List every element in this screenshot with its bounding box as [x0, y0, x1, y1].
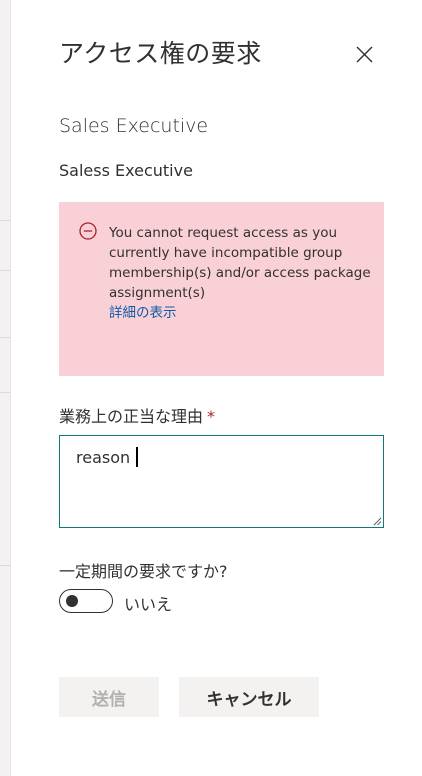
close-icon [356, 46, 372, 62]
show-details-link[interactable]: 詳細の表示 [109, 303, 374, 323]
justification-label: 業務上の正当な理由 * [59, 403, 215, 427]
resize-grip-icon[interactable] [372, 516, 382, 526]
justification-textarea[interactable]: reason [59, 435, 384, 528]
error-circle-icon [79, 222, 97, 240]
background-divider [0, 392, 10, 393]
panel-title: アクセス権の要求 [59, 39, 262, 68]
error-message: You cannot request access as you current… [109, 225, 371, 301]
background-divider [0, 270, 10, 271]
justification-value: reason [76, 447, 138, 467]
toggle-knob [66, 595, 78, 607]
request-access-panel: アクセス権の要求 Sales Executive Saless Executiv… [0, 0, 422, 776]
time-limited-question: 一定期間の要求ですか? [59, 562, 228, 581]
background-page-strip [0, 0, 11, 776]
error-message-bar: You cannot request access as you current… [59, 202, 384, 376]
required-marker: * [207, 407, 216, 426]
access-package-description: Saless Executive [59, 161, 193, 180]
background-divider [0, 565, 10, 566]
text-caret [136, 447, 138, 467]
access-package-name: Sales Executive [59, 115, 209, 137]
time-limited-toggle[interactable] [59, 589, 113, 613]
background-divider [0, 337, 10, 338]
background-divider [0, 220, 10, 221]
submit-button[interactable]: 送信 [59, 677, 159, 717]
toggle-state-label: いいえ [124, 595, 173, 614]
justification-text: reason [76, 448, 131, 467]
close-button[interactable] [348, 38, 380, 70]
cancel-button[interactable]: キャンセル [179, 677, 319, 717]
justification-label-text: 業務上の正当な理由 [59, 407, 204, 426]
error-message-text: You cannot request access as you current… [109, 223, 374, 323]
